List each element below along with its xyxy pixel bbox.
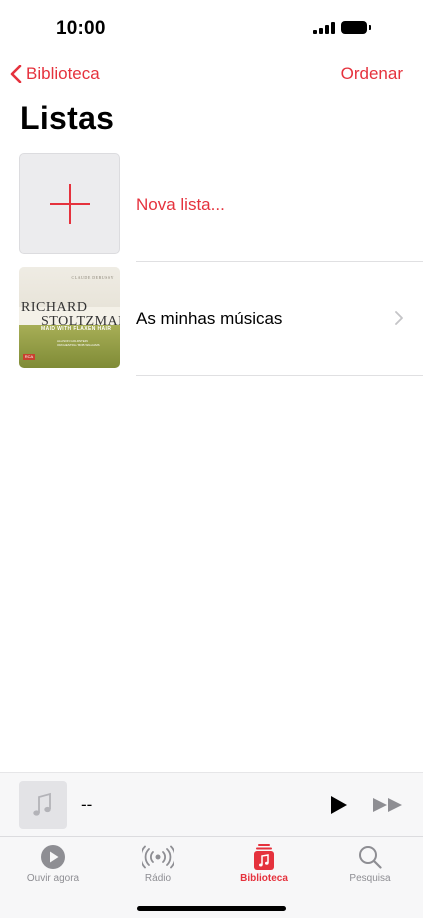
battery-icon [341, 21, 367, 34]
plus-icon [50, 184, 90, 224]
signal-icon [313, 22, 335, 34]
library-icon [254, 844, 274, 870]
music-note-icon [33, 792, 51, 816]
tab-radio[interactable]: Rádio [113, 843, 203, 884]
tab-library[interactable]: Biblioteca [219, 843, 309, 884]
fast-forward-icon[interactable] [372, 797, 404, 813]
cover-subtitle: MAID WITH FLAXEN HAIR [41, 326, 112, 332]
playlist-label: As minhas músicas [136, 309, 283, 328]
tab-label: Ouvir agora [26, 873, 80, 884]
tab-label: Biblioteca [240, 873, 288, 884]
mini-player[interactable]: -- [0, 772, 423, 837]
mini-player-artwork [19, 781, 67, 829]
status-time: 10:00 [56, 18, 106, 39]
separator [136, 261, 423, 262]
sort-button[interactable]: Ordenar [341, 64, 403, 84]
album-cover: CLAUDE DEBUSSY RICHARD STOLTZMAN MAID WI… [19, 267, 120, 368]
battery-tip [369, 25, 371, 30]
new-playlist-thumb [19, 153, 120, 254]
new-playlist-label: Nova lista... [136, 195, 225, 214]
playlist-row[interactable]: CLAUDE DEBUSSY RICHARD STOLTZMAN MAID WI… [0, 267, 423, 376]
status-bar: 10:00 [0, 0, 423, 58]
chevron-left-icon [10, 65, 22, 83]
back-label: Biblioteca [26, 64, 100, 83]
tab-listen-now[interactable]: Ouvir agora [8, 843, 98, 884]
search-icon [359, 846, 382, 869]
tab-label: Pesquisa [349, 873, 391, 884]
mini-player-title: -- [81, 795, 93, 814]
back-button[interactable]: Biblioteca [10, 64, 100, 84]
home-indicator [137, 906, 286, 911]
tab-search[interactable]: Pesquisa [325, 843, 415, 884]
radio-icon [142, 845, 174, 869]
separator [136, 375, 423, 376]
new-playlist-row[interactable]: Nova lista... [0, 153, 423, 262]
page-title: Listas [20, 100, 115, 136]
play-circle-icon [41, 845, 65, 869]
cover-small-text: ALLISON GOLDSTEIN ORCHESTRA / BOB WILLIA… [57, 339, 100, 347]
cover-label-logo: RCA [23, 354, 35, 360]
cover-top-text: CLAUDE DEBUSSY [71, 275, 114, 280]
nav-bar: Biblioteca Ordenar [0, 60, 423, 90]
play-icon[interactable] [330, 795, 348, 815]
tab-label: Rádio [144, 873, 172, 884]
chevron-right-icon [395, 311, 403, 325]
